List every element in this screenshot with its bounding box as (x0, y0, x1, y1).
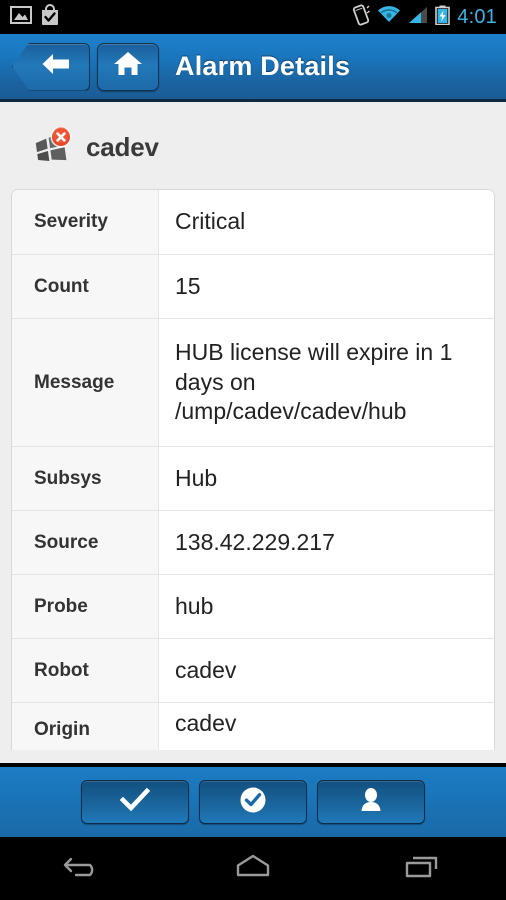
play-store-bag-check-icon (40, 3, 60, 31)
close-alarm-button[interactable] (199, 780, 307, 824)
check-icon (119, 787, 151, 818)
wifi-signal-icon (377, 5, 401, 29)
row-label: Source (12, 511, 159, 574)
row-label: Probe (12, 575, 159, 638)
page-title: Alarm Details (175, 51, 351, 81)
table-row-subsys[interactable]: Subsys Hub (12, 446, 494, 510)
row-value: cadev (159, 703, 494, 751)
table-row-robot[interactable]: Robot cadev (12, 638, 494, 702)
status-bar-system-icons: 4:01 (352, 3, 506, 31)
recents-icon (400, 851, 444, 886)
cellular-signal-icon (408, 6, 428, 29)
row-label: Count (12, 255, 159, 318)
row-value: Hub (159, 447, 494, 510)
device-header: cadev (0, 105, 506, 189)
status-bar: 4:01 (0, 0, 506, 34)
nav-recents-button[interactable] (372, 837, 472, 900)
android-navigation-bar (0, 837, 506, 900)
row-value: 15 (159, 255, 494, 318)
person-icon (358, 786, 384, 819)
acknowledge-button[interactable] (81, 780, 189, 824)
row-value: Critical (159, 190, 494, 254)
alarm-action-bar (0, 763, 506, 837)
row-label: Origin (12, 703, 159, 751)
row-label: Message (12, 319, 159, 446)
windows-device-icon (32, 126, 74, 167)
row-value: 138.42.229.217 (159, 511, 494, 574)
nav-back-button[interactable] (34, 837, 134, 900)
alarm-details-content: cadev Severity Critical Count 15 Message… (0, 105, 506, 763)
home-button[interactable] (97, 42, 159, 91)
table-row-message[interactable]: Message HUB license will expire in 1 day… (12, 318, 494, 446)
table-row-source[interactable]: Source 138.42.229.217 (12, 510, 494, 574)
arrow-left-icon (39, 51, 73, 82)
row-value: cadev (159, 639, 494, 702)
table-row-origin[interactable]: Origin cadev (12, 702, 494, 751)
row-value: HUB license will expire in 1 days on /um… (159, 319, 494, 446)
home-icon (113, 50, 143, 83)
phone-screen: 4:01 Alarm Details cadev Severity Critic… (0, 0, 506, 900)
row-label: Robot (12, 639, 159, 702)
check-circle-icon (239, 786, 267, 819)
battery-charging-icon (435, 5, 451, 30)
nav-home-button[interactable] (203, 837, 303, 900)
back-arrow-icon (62, 851, 106, 886)
table-row-count[interactable]: Count 15 (12, 254, 494, 318)
table-row-probe[interactable]: Probe hub (12, 574, 494, 638)
alarm-details-table: Severity Critical Count 15 Message HUB l… (11, 189, 495, 751)
app-header: Alarm Details (0, 34, 506, 102)
row-label: Subsys (12, 447, 159, 510)
back-button[interactable] (12, 42, 90, 91)
status-bar-clock: 4:01 (457, 5, 497, 28)
vibrate-mode-icon (352, 3, 371, 31)
assign-button[interactable] (317, 780, 425, 824)
table-row-severity[interactable]: Severity Critical (12, 190, 494, 254)
row-value: hub (159, 575, 494, 638)
home-pentagon-icon (231, 851, 275, 886)
device-name: cadev (86, 131, 159, 162)
row-label: Severity (12, 190, 159, 254)
status-bar-notifications (0, 3, 60, 31)
gallery-image-icon (10, 5, 32, 30)
